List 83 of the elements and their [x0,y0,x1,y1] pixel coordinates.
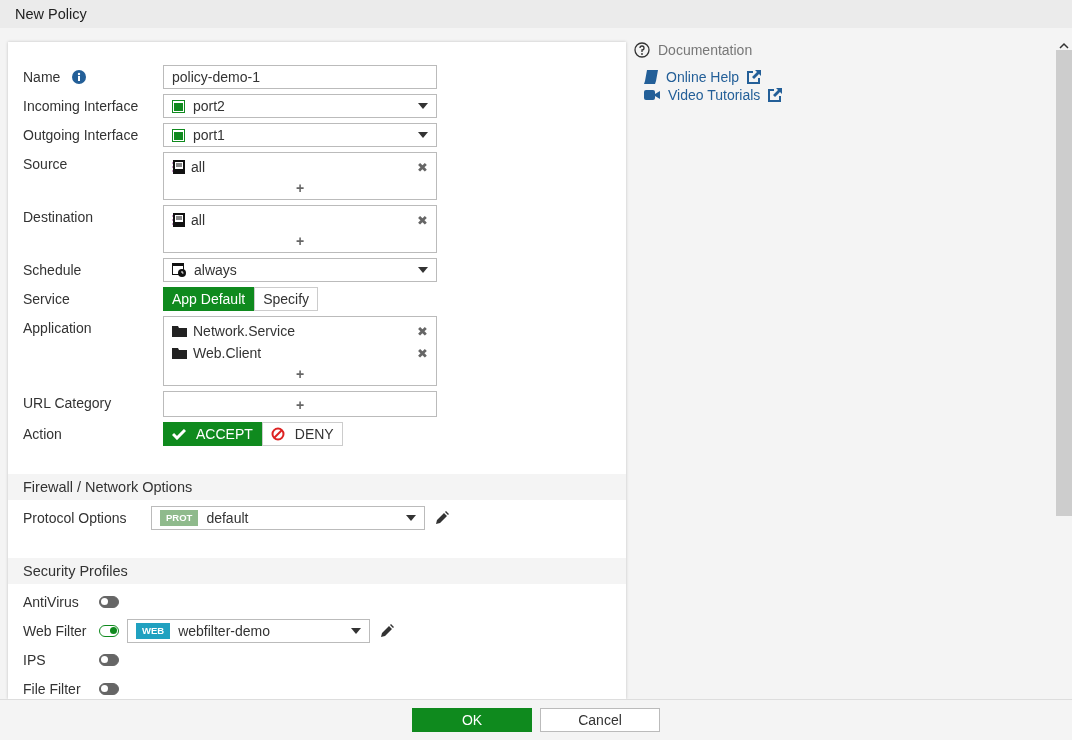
caret-icon [406,515,416,521]
address-book-icon [172,213,185,227]
field-label: Schedule [23,261,83,280]
doc-link[interactable]: Video Tutorials [644,86,1048,104]
add-icon[interactable]: + [295,232,305,250]
dialog-button[interactable]: Cancel [540,708,660,732]
select-value: webfilter-demo [178,623,270,639]
list-field[interactable]: + [163,391,437,417]
book-icon [644,70,658,84]
scrollbar-thumb[interactable] [1056,50,1072,516]
add-icon[interactable]: + [295,179,305,197]
field-label: Service [23,290,71,309]
field-label: Incoming Interface [23,97,140,116]
section-header: Firewall / Network Options [8,474,626,500]
list-item: Network.Service [193,323,295,339]
field-label: Protocol Options [23,509,128,528]
folder-icon [172,325,187,337]
documentation-heading: Documentation [634,42,1048,58]
check-icon [172,428,186,440]
list-item: Web.Client [193,345,262,361]
select-value: port1 [193,127,225,143]
select-field[interactable]: port1 [163,123,437,147]
section-header: Security Profiles [8,558,626,584]
field-label: Destination [23,208,95,227]
select-value: port2 [193,98,225,114]
port-icon [172,99,185,113]
toggle-switch[interactable] [99,654,119,666]
field-label: AntiVirus [23,593,80,612]
field-label: Action [23,425,63,444]
field-label: IPS [23,651,47,670]
add-icon[interactable]: + [295,396,305,414]
list-field[interactable]: all ✖ + [163,205,437,253]
toggle-switch[interactable] [99,683,119,695]
profile-select[interactable]: WEB webfilter-demo [127,619,370,643]
select-field[interactable]: always [163,258,437,282]
remove-icon[interactable]: ✖ [417,212,428,228]
field-label: URL Category [23,394,113,413]
select-value: always [194,262,237,278]
scroll-up-icon[interactable] [1059,42,1069,50]
pencil-icon[interactable] [380,624,394,638]
video-camera-icon [644,89,660,101]
prohibited-icon [270,427,285,441]
port-icon [172,128,185,142]
remove-icon[interactable]: ✖ [417,323,428,339]
field-label: Outgoing Interface [23,126,140,145]
profile-badge: WEB [136,623,171,639]
external-link-icon [768,88,783,102]
option-button[interactable]: ACCEPT [163,422,262,446]
profile-badge: PROT [160,510,199,526]
field-label: Application [23,319,93,338]
external-link-icon [747,70,762,84]
option-button[interactable]: App Default [163,287,255,311]
list-field[interactable]: Network.Service ✖ Web.Client ✖ + [163,316,437,386]
field-label: Name [23,65,163,89]
remove-icon[interactable]: ✖ [417,159,428,175]
name-field[interactable]: policy-demo-1 [163,65,437,89]
folder-icon [172,347,187,359]
list-item: all [191,212,205,228]
remove-icon[interactable]: ✖ [417,345,428,361]
window-title: New Policy [0,0,1072,28]
toggle-switch[interactable] [99,596,119,608]
caret-icon [418,103,428,109]
select-field[interactable]: port2 [163,94,437,118]
option-button[interactable]: DENY [261,422,343,446]
option-button[interactable]: Specify [254,287,319,311]
field-label: Source [23,155,69,174]
pencil-icon[interactable] [435,511,449,525]
caret-icon [418,267,428,273]
caret-icon [351,628,361,634]
add-icon[interactable]: + [295,365,305,383]
list-field[interactable]: all ✖ + [163,152,437,200]
field-label: Web Filter [23,622,88,641]
toggle-switch[interactable] [99,625,119,637]
doc-link[interactable]: Online Help [644,68,1048,86]
help-icon [634,42,650,58]
caret-icon [418,132,428,138]
select-value: default [206,510,249,526]
profile-select[interactable]: PROT default [151,506,425,530]
list-item: all [191,159,205,175]
calendar-clock-icon [172,263,186,277]
field-label: File Filter [23,680,82,699]
address-book-icon [172,160,185,174]
dialog-button[interactable]: OK [412,708,532,732]
